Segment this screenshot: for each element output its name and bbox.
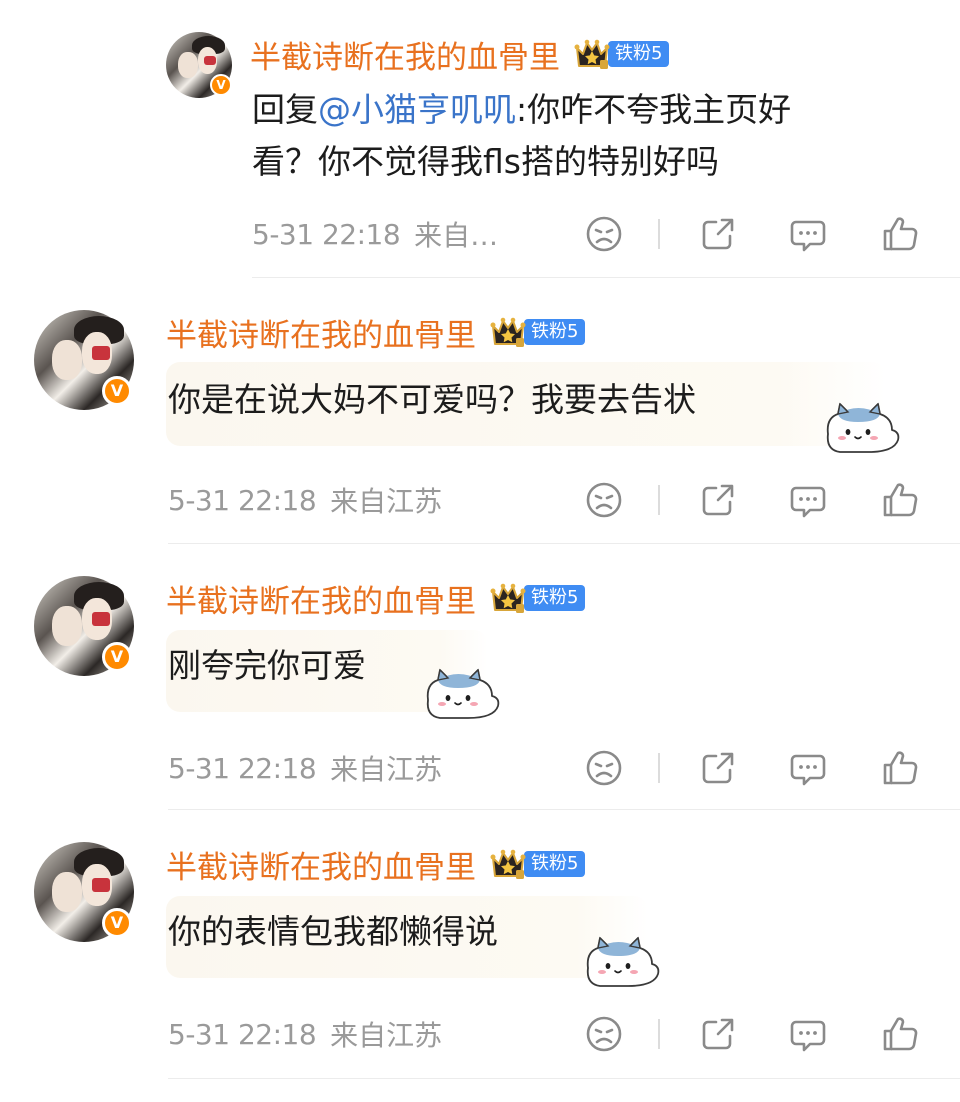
avatar[interactable]: V xyxy=(34,842,134,942)
timestamp: 5-31 22:18 xyxy=(168,751,317,785)
location: 来自江苏 xyxy=(330,485,443,518)
location: 来自江苏 xyxy=(330,753,443,786)
share-icon xyxy=(698,214,738,254)
cat-sticker-icon xyxy=(822,400,902,456)
comment-icon xyxy=(788,214,828,254)
like-icon xyxy=(880,214,920,254)
share-button[interactable] xyxy=(698,480,738,520)
timestamp: 5-31 22:18 xyxy=(168,1017,317,1051)
fan-badge[interactable]: 铁粉5 xyxy=(524,319,586,345)
verified-badge-icon: V xyxy=(102,376,132,406)
crown-icon xyxy=(574,38,610,70)
sad-face-icon xyxy=(584,214,624,254)
meta-row: 5-31 22:18 来自江苏 xyxy=(168,1014,442,1054)
like-icon xyxy=(880,480,920,520)
meta-row: 5-31 22:18 来自江苏 xyxy=(168,480,442,520)
like-button[interactable] xyxy=(880,214,920,254)
comment-icon xyxy=(788,1014,828,1054)
divider xyxy=(658,219,660,249)
divider xyxy=(658,753,660,783)
comment-text: 回复@小猫亨叽叽:你咋不夸我主页好 看？你不觉得我fls搭的特别好吗 xyxy=(252,84,932,188)
fan-badge[interactable]: 铁粉5 xyxy=(524,585,586,611)
user-row: 半截诗断在我的血骨里 铁粉5 xyxy=(166,310,586,355)
avatar[interactable]: V xyxy=(166,32,232,98)
username[interactable]: 半截诗断在我的血骨里 xyxy=(166,576,476,621)
comment-icon xyxy=(788,748,828,788)
avatar[interactable]: V xyxy=(34,310,134,410)
username[interactable]: 半截诗断在我的血骨里 xyxy=(250,32,560,77)
divider xyxy=(658,485,660,515)
comment-item-3: V 半截诗断在我的血骨里 铁粉5 刚夸完你可爱 5-31 22:18 来自江苏 xyxy=(0,544,960,810)
dislike-button[interactable] xyxy=(584,748,624,788)
reply-button[interactable] xyxy=(788,1014,828,1054)
comment-text: 你的表情包我都懒得说 xyxy=(168,912,498,951)
meta-row: 5-31 22:18 来自江苏 xyxy=(168,748,442,788)
username[interactable]: 半截诗断在我的血骨里 xyxy=(166,842,476,887)
share-icon xyxy=(698,1014,738,1054)
share-button[interactable] xyxy=(698,1014,738,1054)
user-row: 半截诗断在我的血骨里 铁粉5 xyxy=(250,32,670,77)
like-button[interactable] xyxy=(880,1014,920,1054)
comment-item-2: V 半截诗断在我的血骨里 铁粉5 你是在说大妈不可爱吗？我要去告状 5-31 2… xyxy=(0,278,960,544)
fan-badge[interactable]: 铁粉5 xyxy=(608,41,670,67)
fan-badge[interactable]: 铁粉5 xyxy=(524,851,586,877)
comment-text: 你是在说大妈不可爱吗？我要去告状 xyxy=(168,380,696,419)
sad-face-icon xyxy=(584,748,624,788)
user-row: 半截诗断在我的血骨里 铁粉5 xyxy=(166,576,586,621)
sad-face-icon xyxy=(584,1014,624,1054)
comment-text-line2: 看？你不觉得我fls搭的特别好吗 xyxy=(252,142,719,181)
reply-button[interactable] xyxy=(788,214,828,254)
dislike-button[interactable] xyxy=(584,214,624,254)
crown-icon xyxy=(490,316,526,348)
crown-icon xyxy=(490,848,526,880)
comment-text: 刚夸完你可爱 xyxy=(168,646,366,685)
location: 来自江苏 xyxy=(330,1019,443,1052)
share-icon xyxy=(698,748,738,788)
sad-face-icon xyxy=(584,480,624,520)
like-button[interactable] xyxy=(880,480,920,520)
mention-link[interactable]: @小猫亨叽叽 xyxy=(318,90,516,129)
divider xyxy=(168,1078,960,1079)
comment-item-4: V 半截诗断在我的血骨里 铁粉5 你的表情包我都懒得说 5-31 22:18 来… xyxy=(0,810,960,1102)
cat-sticker-icon xyxy=(422,666,502,722)
verified-badge-icon: V xyxy=(210,74,232,96)
dislike-button[interactable] xyxy=(584,480,624,520)
divider xyxy=(658,1019,660,1049)
verified-badge-icon: V xyxy=(102,642,132,672)
username[interactable]: 半截诗断在我的血骨里 xyxy=(166,310,476,355)
share-button[interactable] xyxy=(698,748,738,788)
reply-button[interactable] xyxy=(788,480,828,520)
comment-icon xyxy=(788,480,828,520)
comment-text-line1: :你咋不夸我主页好 xyxy=(516,90,792,129)
user-row: 半截诗断在我的血骨里 铁粉5 xyxy=(166,842,586,887)
location: 来自… xyxy=(414,219,499,252)
share-button[interactable] xyxy=(698,214,738,254)
dislike-button[interactable] xyxy=(584,1014,624,1054)
cat-sticker-icon xyxy=(582,934,662,990)
reply-prefix: 回复 xyxy=(252,90,318,129)
share-icon xyxy=(698,480,738,520)
meta-row: 5-31 22:18 来自… xyxy=(252,214,498,254)
like-icon xyxy=(880,748,920,788)
avatar[interactable]: V xyxy=(34,576,134,676)
reply-button[interactable] xyxy=(788,748,828,788)
crown-icon xyxy=(490,582,526,614)
like-icon xyxy=(880,1014,920,1054)
comment-item-1: V 半截诗断在我的血骨里 铁粉5 回复@小猫亨叽叽:你咋不夸我主页好 看？你不觉… xyxy=(0,0,960,278)
timestamp: 5-31 22:18 xyxy=(252,217,401,251)
timestamp: 5-31 22:18 xyxy=(168,483,317,517)
verified-badge-icon: V xyxy=(102,908,132,938)
like-button[interactable] xyxy=(880,748,920,788)
